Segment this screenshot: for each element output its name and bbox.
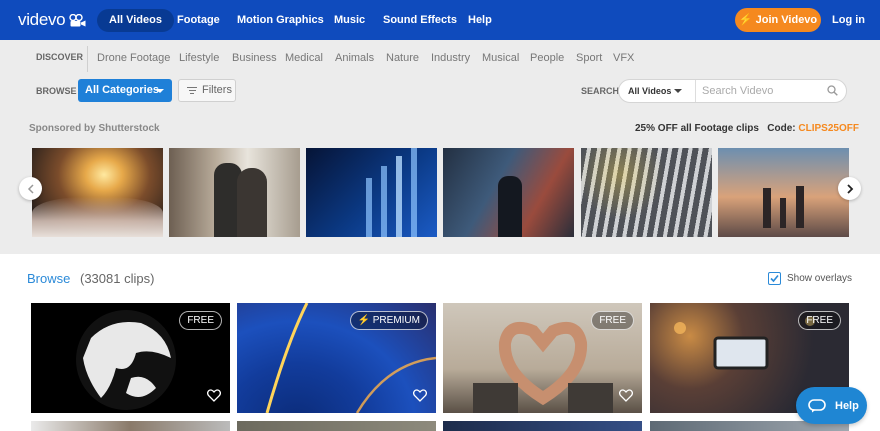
category-musical[interactable]: Musical xyxy=(482,52,519,64)
sponsored-label: Sponsored by Shutterstock xyxy=(29,123,160,134)
globe-image xyxy=(76,310,176,410)
category-people[interactable]: People xyxy=(530,52,564,64)
free-badge: FREE xyxy=(798,311,841,330)
video-card[interactable]: FREE xyxy=(31,303,230,413)
search-scope-select[interactable]: All Videos xyxy=(628,80,671,102)
filters-label: Filters xyxy=(202,84,232,96)
join-label: Join Videvo xyxy=(755,14,818,26)
promo-code-label: Code: xyxy=(767,123,796,134)
sponsored-thumbnail[interactable] xyxy=(306,148,437,237)
logo-text: videvo xyxy=(18,10,66,29)
category-industry[interactable]: Industry xyxy=(431,52,470,64)
overlays-checkbox[interactable] xyxy=(768,272,781,285)
search-icon[interactable] xyxy=(827,85,838,96)
camera-icon xyxy=(69,13,86,26)
browse-heading: Browse (33081 clips) xyxy=(27,271,154,286)
promo-text: 25% OFF all Footage clips Code: CLIPS25O… xyxy=(635,123,859,134)
category-lifestyle[interactable]: Lifestyle xyxy=(179,52,219,64)
divider xyxy=(695,80,696,102)
heart-icon[interactable] xyxy=(619,389,633,402)
sponsored-thumbnail[interactable] xyxy=(169,148,300,237)
browse-title[interactable]: Browse xyxy=(27,271,70,286)
carousel-prev-button[interactable] xyxy=(19,177,42,200)
chevron-down-icon xyxy=(156,89,164,93)
sponsored-thumbnail[interactable] xyxy=(718,148,849,237)
sponsored-thumbnail[interactable] xyxy=(32,148,163,237)
video-card[interactable] xyxy=(237,421,436,431)
sponsored-thumbnail[interactable] xyxy=(443,148,574,237)
login-link[interactable]: Log in xyxy=(832,9,865,32)
help-label: Help xyxy=(835,399,859,412)
nav-motion-graphics[interactable]: Motion Graphics xyxy=(237,9,324,32)
sponsored-thumbnail[interactable] xyxy=(581,148,712,237)
category-nature[interactable]: Nature xyxy=(386,52,419,64)
logo[interactable]: videvo xyxy=(18,9,86,31)
nav-music[interactable]: Music xyxy=(334,9,365,32)
nav-sound-effects[interactable]: Sound Effects xyxy=(383,9,457,32)
nav-all-videos[interactable]: All Videos xyxy=(97,9,174,32)
lightning-icon: ⚡ xyxy=(738,14,753,26)
top-nav: videvo All Videos Footage Motion Graphic… xyxy=(0,0,880,40)
free-badge: FREE xyxy=(179,311,222,330)
overlays-label: Show overlays xyxy=(787,273,853,284)
chevron-down-icon xyxy=(674,89,682,93)
chevron-left-icon xyxy=(27,183,34,194)
join-button[interactable]: ⚡ Join Videvo xyxy=(735,8,821,32)
category-medical[interactable]: Medical xyxy=(285,52,323,64)
filter-icon xyxy=(187,87,197,95)
nav-footage[interactable]: Footage xyxy=(177,9,220,32)
promo-code: CLIPS25OFF xyxy=(798,123,859,134)
video-card[interactable]: FREE xyxy=(443,303,642,413)
category-sport[interactable]: Sport xyxy=(576,52,602,64)
heart-icon[interactable] xyxy=(207,389,221,402)
category-business[interactable]: Business xyxy=(232,52,277,64)
category-vfx[interactable]: VFX xyxy=(613,52,634,64)
premium-badge: ⚡ PREMIUM xyxy=(349,311,428,330)
free-badge: FREE xyxy=(591,311,634,330)
browse-label: BROWSE xyxy=(36,86,77,96)
chevron-right-icon xyxy=(846,183,853,194)
nav-help[interactable]: Help xyxy=(468,9,492,32)
check-icon xyxy=(770,274,779,283)
premium-label: PREMIUM xyxy=(372,315,420,326)
discover-label: DISCOVER xyxy=(36,52,84,62)
video-card[interactable] xyxy=(31,421,230,431)
video-card[interactable]: ⚡ PREMIUM xyxy=(237,303,436,413)
carousel-next-button[interactable] xyxy=(838,177,861,200)
search-bar: All Videos xyxy=(618,79,847,103)
video-card[interactable] xyxy=(443,421,642,431)
category-select-label: All Categories xyxy=(85,84,159,96)
heart-icon[interactable] xyxy=(413,389,427,402)
help-button[interactable]: Help xyxy=(796,387,867,424)
show-overlays-toggle[interactable]: Show overlays xyxy=(768,272,852,285)
category-animals[interactable]: Animals xyxy=(335,52,374,64)
search-input[interactable] xyxy=(702,82,820,100)
chat-icon xyxy=(808,398,826,412)
search-label: SEARCH xyxy=(581,86,620,96)
filters-button[interactable]: Filters xyxy=(178,79,236,102)
category-select[interactable]: All Categories xyxy=(78,79,172,102)
promo-offer: 25% OFF all Footage clips xyxy=(635,123,759,134)
category-drone-footage[interactable]: Drone Footage xyxy=(97,52,170,64)
clip-count: (33081 clips) xyxy=(79,271,155,286)
divider xyxy=(87,46,88,72)
